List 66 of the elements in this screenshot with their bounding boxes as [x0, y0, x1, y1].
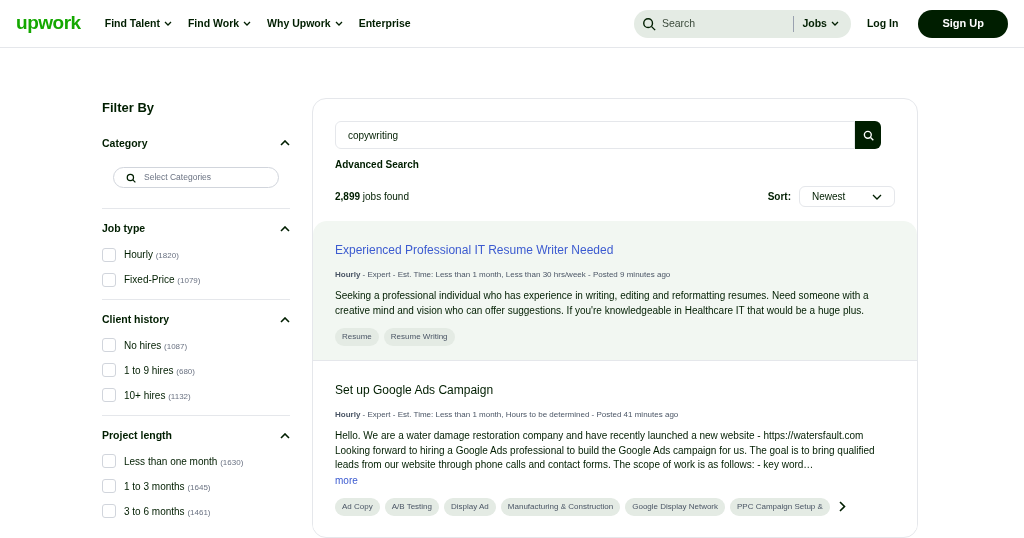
search-icon	[126, 172, 136, 183]
option-label[interactable]: 3 to 6 months (1461)	[124, 503, 211, 519]
job-description: Hello. We are a water damage restoration company and have recently launched a new website - https://watersfault.com Looking forward to hiring a Google Ads professional to build the Google Ads campaign for us. The goal is to bring qualified leads from our website through phone calls and contact forms. The scope of work is as follows: - key word…	[335, 429, 876, 472]
chevron-up-icon	[280, 226, 290, 233]
option-label[interactable]: Hourly (1820)	[124, 247, 179, 262]
section-header[interactable]: Client history	[102, 312, 290, 328]
job-title-link[interactable]: Experienced Professional IT Resume Writer Needed	[335, 241, 895, 259]
sort-dropdown[interactable]: Newest	[799, 186, 895, 207]
search-input[interactable]: copywriting	[335, 121, 855, 149]
chevron-right-icon[interactable]	[838, 501, 846, 512]
login-link[interactable]: Log In	[866, 15, 899, 32]
skill-tag[interactable]: Resume Writing	[383, 328, 455, 346]
skill-tag[interactable]: Display Ad	[444, 497, 496, 516]
results-count: 2,899 jobs found	[335, 190, 410, 204]
skill-tag[interactable]: PPC Campaign Setup &	[730, 497, 830, 516]
section-header[interactable]: Project length	[102, 427, 290, 444]
job-meta: Hourly - Expert - Est. Time: Less than 1 month, Hours to be determined - Posted 41 minutes ago	[335, 409, 680, 421]
chevron-up-icon	[280, 140, 290, 147]
checkbox[interactable]	[102, 363, 116, 378]
chevron-up-icon	[280, 432, 290, 439]
search-icon	[862, 129, 874, 141]
checkbox[interactable]	[102, 479, 116, 493]
option-label[interactable]: No hires (1087)	[124, 337, 188, 353]
skill-tag[interactable]: Resume	[335, 328, 379, 346]
chevron-down-icon	[830, 21, 839, 26]
search-placeholder: Search	[661, 15, 697, 31]
search-button[interactable]	[855, 121, 881, 149]
job-title-link[interactable]: Set up Google Ads Campaign	[335, 381, 895, 399]
scope-dropdown[interactable]: Jobs	[802, 15, 839, 32]
option-label[interactable]: Fixed-Price (1079)	[124, 272, 201, 287]
checkbox[interactable]	[102, 454, 116, 468]
chevron-down-icon	[243, 21, 252, 26]
skill-tag[interactable]: A/B Testing	[384, 497, 439, 516]
advanced-search-link[interactable]: Advanced Search	[335, 157, 895, 172]
job-card[interactable]	[313, 221, 917, 360]
job-card[interactable]	[313, 360, 917, 530]
skill-tag[interactable]: Google Display Network	[625, 497, 725, 516]
checkbox[interactable]	[102, 272, 116, 287]
option-label[interactable]: Less than one month (1630)	[124, 453, 244, 469]
nav-link[interactable]: Find Talent	[104, 15, 172, 32]
job-meta: Hourly - Expert - Est. Time: Less than 1 month, Less than 30 hrs/week - Posted 9 minutes ago	[335, 269, 672, 281]
checkbox[interactable]	[102, 504, 116, 518]
more-link[interactable]: more	[335, 472, 895, 488]
option-label[interactable]: 10+ hires (1132)	[124, 387, 191, 403]
chevron-down-icon	[163, 21, 172, 26]
job-description: Seeking a professional individual who has experience in writing, editing and reformatting resumes. Need someone with a creative mind and vision who can offer suggestions. If you're knowledgeable in Healthcare IT that would be a huge plus.	[335, 289, 870, 318]
signup-button[interactable]: Sign Up	[918, 9, 1008, 38]
nav-link[interactable]: Enterprise	[358, 15, 411, 32]
checkbox[interactable]	[102, 388, 116, 403]
nav-link[interactable]: Why Upwork	[267, 15, 343, 32]
option-label[interactable]: 1 to 9 hires (680)	[124, 362, 195, 378]
chevron-down-icon	[872, 193, 882, 200]
search-icon	[641, 16, 656, 31]
nav-link[interactable]: Find Work	[187, 15, 252, 32]
section-header[interactable]: Job type	[102, 221, 290, 237]
search-field[interactable]: Search Jobs	[633, 9, 851, 38]
checkbox[interactable]	[102, 338, 116, 353]
chevron-up-icon	[280, 316, 290, 323]
checkbox[interactable]	[102, 247, 116, 262]
option-label[interactable]: 1 to 3 months (1645)	[124, 478, 211, 494]
sort-label: Sort:	[767, 190, 791, 204]
skill-tag[interactable]: Manufacturing & Construction	[500, 497, 621, 516]
skill-tag[interactable]: Ad Copy	[335, 497, 380, 516]
section-header[interactable]: Category	[102, 135, 290, 152]
chevron-down-icon	[334, 21, 343, 26]
filter-heading: Filter By	[102, 99, 155, 117]
